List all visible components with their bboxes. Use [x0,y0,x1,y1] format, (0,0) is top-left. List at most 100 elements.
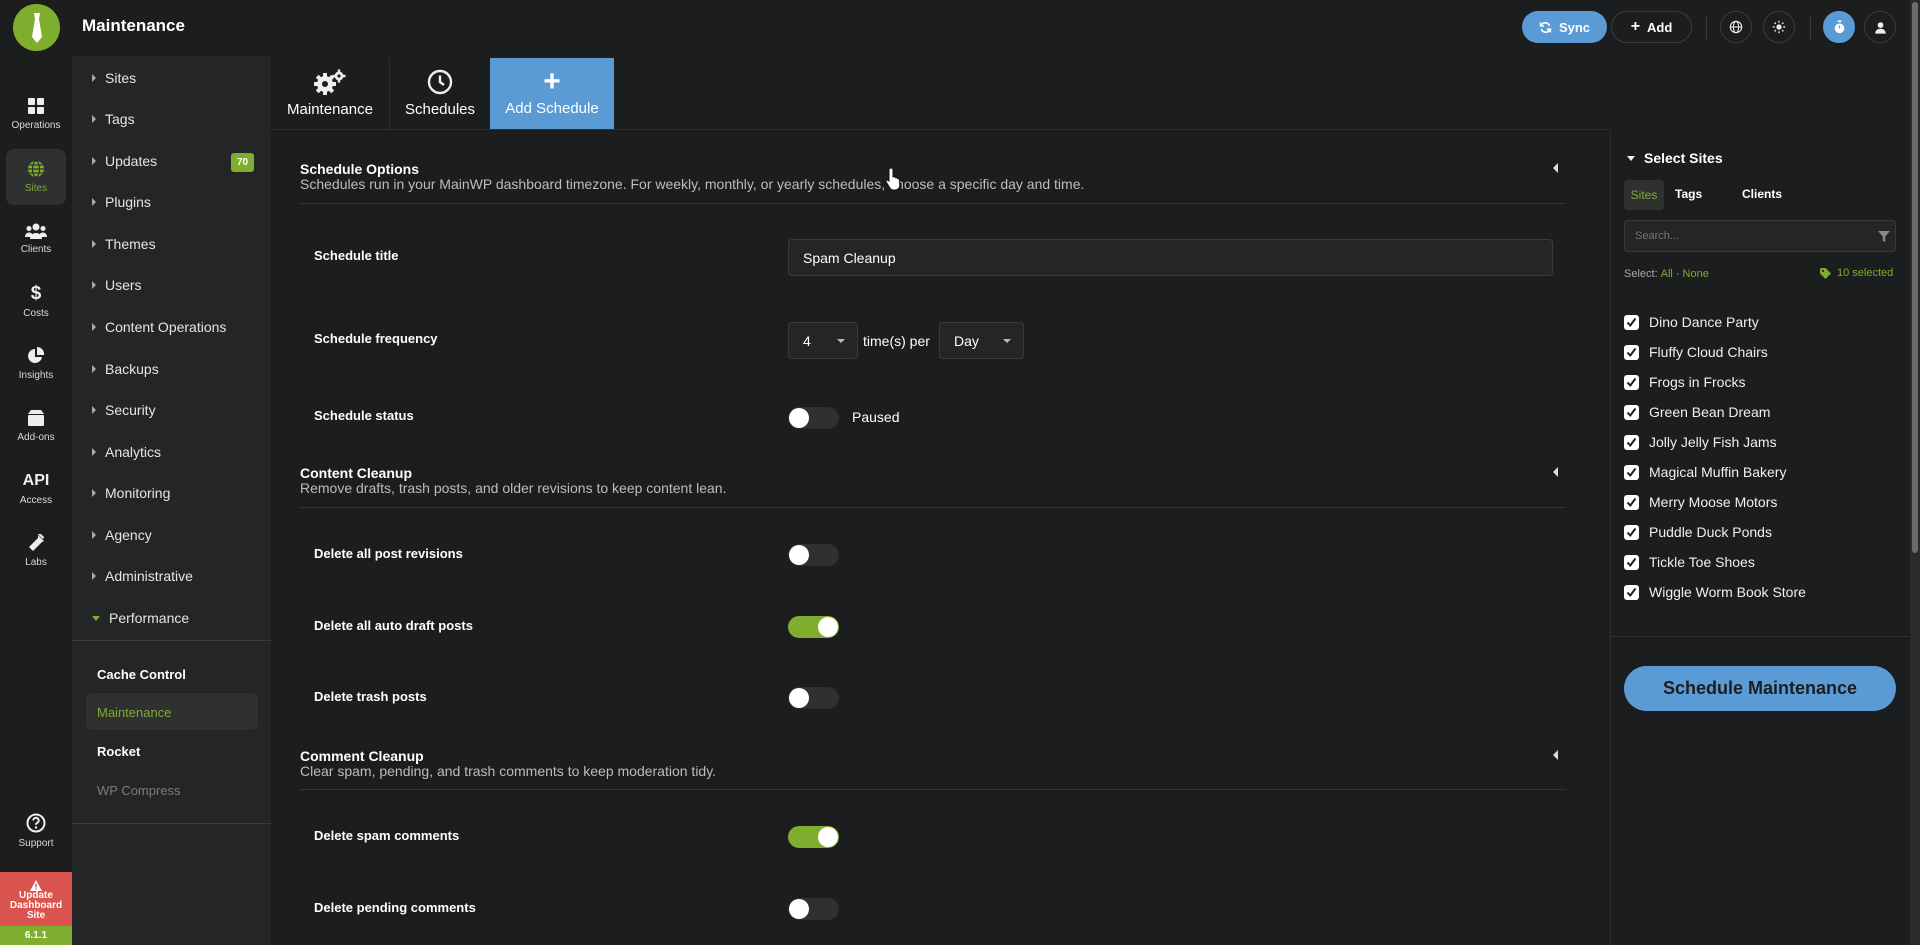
sub-item-maintenance[interactable]: Maintenance [97,705,171,720]
rail-item-labs[interactable]: Labs [6,523,66,579]
collapse-arrow-icon[interactable] [1553,750,1558,760]
collapse-arrow-icon[interactable] [1553,467,1558,477]
sync-button[interactable]: Sync [1522,11,1607,43]
site-search-input[interactable] [1635,228,1855,244]
add-button[interactable]: + Add [1611,11,1692,43]
tab-sites[interactable]: Sites [1624,180,1664,210]
right-panel-border [1610,130,1611,945]
toggle-knob [818,617,838,637]
timer-button[interactable] [1823,11,1855,43]
checkbox-checked-icon[interactable] [1624,434,1639,450]
nav-item-plugins[interactable]: Plugins [92,194,151,210]
version-badge: 6.1.1 [0,926,72,945]
delete-auto-drafts-toggle[interactable] [788,616,839,638]
schedule-maintenance-button[interactable]: Schedule Maintenance [1624,666,1896,711]
site-item[interactable]: Puddle Duck Ponds [1624,524,1772,540]
delete-pending-comments-label: Delete pending comments [314,900,476,915]
site-item[interactable]: Dino Dance Party [1624,314,1759,330]
rail-item-access[interactable]: API Access [6,461,66,517]
nav-item-backups[interactable]: Backups [92,361,159,377]
rail-item-support[interactable]: Support [6,803,66,859]
rail-item-costs[interactable]: $ Costs [6,274,66,330]
nav-item-performance[interactable]: Performance [92,610,189,626]
scrollbar-thumb[interactable] [1912,2,1918,553]
select-separator: · [1675,268,1680,280]
site-item[interactable]: Jolly Jelly Fish Jams [1624,434,1777,450]
tab-maintenance[interactable]: Maintenance [271,58,389,129]
globe-button[interactable] [1720,11,1752,43]
delete-trash-posts-toggle[interactable] [788,687,839,709]
select-sites-header[interactable]: Select Sites [1627,150,1723,166]
site-name: Dino Dance Party [1649,314,1759,330]
checkbox-checked-icon[interactable] [1624,524,1639,540]
select-all-link[interactable]: All [1661,268,1673,280]
filter-icon[interactable] [1878,231,1890,242]
site-item[interactable]: Tickle Toe Shoes [1624,554,1755,570]
comment-cleanup-desc: Clear spam, pending, and trash comments … [300,763,717,779]
sub-item-cache-control[interactable]: Cache Control [97,667,186,682]
site-item[interactable]: Green Bean Dream [1624,404,1770,420]
mainwp-logo[interactable] [13,4,60,51]
delete-spam-comments-toggle[interactable] [788,826,839,848]
rail-item-clients[interactable]: Clients [6,211,66,267]
site-item[interactable]: Magical Muffin Bakery [1624,464,1786,480]
nav-item-monitoring[interactable]: Monitoring [92,485,170,501]
caret-right-icon [92,572,96,580]
selected-count: 10 selected [1820,267,1893,279]
nav-item-tags[interactable]: Tags [92,111,135,127]
clock-icon [427,69,453,95]
nav-item-analytics[interactable]: Analytics [92,444,161,460]
delete-revisions-toggle[interactable] [788,544,839,566]
tab-schedules[interactable]: Schedules [390,58,490,129]
schedule-title-input[interactable]: Spam Cleanup [788,239,1553,276]
nav-item-security[interactable]: Security [92,402,156,418]
collapse-arrow-icon[interactable] [1553,163,1558,173]
nav-item-agency[interactable]: Agency [92,527,152,543]
delete-pending-comments-toggle[interactable] [788,898,839,920]
tab-clients[interactable]: Clients [1742,187,1782,201]
nav-item-administrative[interactable]: Administrative [92,568,193,584]
rail-item-addons[interactable]: Add-ons [6,398,66,454]
site-search-field[interactable] [1624,220,1896,252]
topbar-divider [1810,15,1811,39]
nav-item-users[interactable]: Users [92,277,142,293]
toggle-knob [789,545,809,565]
nav-item-content-operations[interactable]: Content Operations [92,319,226,335]
checkbox-checked-icon[interactable] [1624,584,1639,600]
checkbox-checked-icon[interactable] [1624,374,1639,390]
toggle-knob [818,827,838,847]
site-item[interactable]: Merry Moose Motors [1624,494,1777,510]
tab-tags[interactable]: Tags [1675,187,1702,201]
rail-item-sites[interactable]: Sites [6,149,66,205]
site-item[interactable]: Wiggle Worm Book Store [1624,584,1806,600]
checkbox-checked-icon[interactable] [1624,554,1639,570]
frequency-unit-select[interactable]: Day [939,322,1024,359]
nav-item-updates[interactable]: Updates [92,153,157,169]
rail-item-operations[interactable]: Operations [6,86,66,142]
frequency-count-select[interactable]: 4 [788,322,858,359]
sub-item-rocket[interactable]: Rocket [97,744,140,759]
delete-revisions-label: Delete all post revisions [314,546,463,561]
frequency-unit-value: Day [954,332,979,349]
rail-item-insights[interactable]: Insights [6,336,66,392]
schedule-options-desc: Schedules run in your MainWP dashboard t… [300,176,1085,192]
sub-item-wp-compress[interactable]: WP Compress [97,783,181,798]
nav-item-sites[interactable]: Sites [92,70,136,86]
tab-add-schedule[interactable]: + Add Schedule [490,58,614,129]
checkbox-checked-icon[interactable] [1624,344,1639,360]
checkbox-checked-icon[interactable] [1624,404,1639,420]
checkbox-checked-icon[interactable] [1624,494,1639,510]
nav-item-themes[interactable]: Themes [92,236,156,252]
updates-count-badge: 70 [231,153,255,172]
site-item[interactable]: Frogs in Frocks [1624,374,1745,390]
checkbox-checked-icon[interactable] [1624,464,1639,480]
checkbox-checked-icon[interactable] [1624,314,1639,330]
select-none-link[interactable]: None [1683,268,1709,280]
user-button[interactable] [1864,11,1896,43]
site-item[interactable]: Fluffy Cloud Chairs [1624,344,1768,360]
schedule-status-value: Paused [852,409,900,425]
schedule-status-toggle[interactable] [788,407,839,429]
theme-button[interactable] [1763,11,1795,43]
delete-trash-posts-label: Delete trash posts [314,689,427,704]
caret-right-icon [92,115,96,123]
